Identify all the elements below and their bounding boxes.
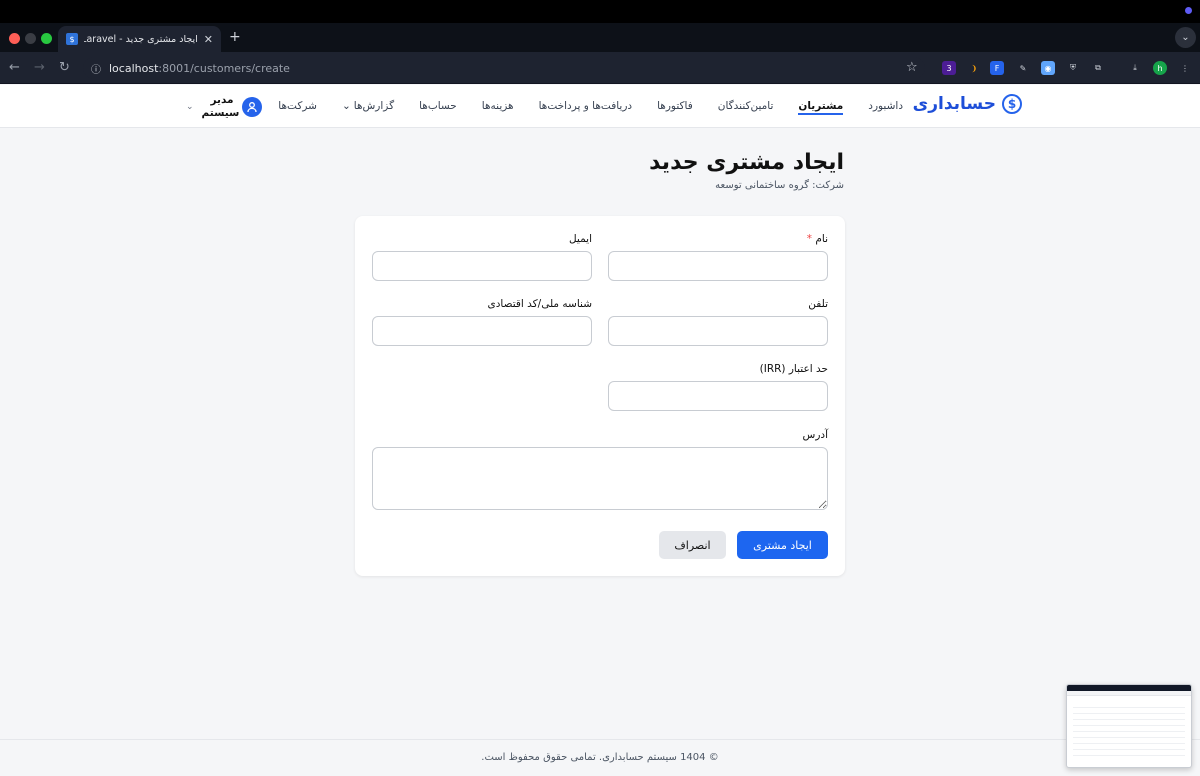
- tab-title: ایجاد مشتری جدید - Laravel: [84, 33, 198, 45]
- user-name: مدیر سیستم: [201, 94, 240, 120]
- dollar-icon: $: [1002, 94, 1022, 114]
- extension-shield-icon[interactable]: ⛨: [1066, 61, 1080, 75]
- profile-avatar[interactable]: h: [1153, 61, 1167, 75]
- bookmark-star-icon[interactable]: ☆: [906, 60, 918, 75]
- name-field[interactable]: [608, 251, 828, 281]
- url-host: localhost: [109, 61, 159, 75]
- extension-pen-icon[interactable]: ✎: [1016, 61, 1030, 75]
- extensions-puzzle-icon[interactable]: ⧉: [1091, 61, 1105, 75]
- back-icon[interactable]: ←: [9, 60, 20, 75]
- user-name-line2: سیستم: [201, 107, 240, 119]
- address-field[interactable]: [372, 447, 828, 510]
- footer-copyright: © 1404 سیستم حسابداری. تمامی حقوق محفوظ …: [481, 752, 719, 763]
- browser-menu-icon[interactable]: ⋮: [1178, 61, 1192, 75]
- chevron-down-icon: ⌄: [186, 102, 194, 112]
- tab-close-icon[interactable]: ✕: [204, 33, 213, 46]
- page-title: ایجاد مشتری جدید: [649, 150, 844, 175]
- cancel-button[interactable]: انصراف: [659, 531, 726, 559]
- site-info-icon[interactable]: ⓘ: [91, 61, 101, 76]
- nav-item-dashboard[interactable]: داشبورد: [868, 100, 903, 115]
- email-field[interactable]: [372, 251, 592, 281]
- window-minimize-icon[interactable]: [25, 33, 36, 44]
- nav-item-customers[interactable]: مشتریان: [798, 100, 844, 115]
- nav-item-invoices[interactable]: فاکتورها: [657, 100, 693, 115]
- os-menu-strip: [0, 0, 1200, 23]
- create-customer-button[interactable]: ایجاد مشتری: [737, 531, 828, 559]
- nav-item-receipts-payments[interactable]: دریافت‌ها و پرداخت‌ها: [539, 100, 633, 115]
- window-close-icon[interactable]: [9, 33, 20, 44]
- address-label: آدرس: [802, 429, 828, 441]
- nav-item-suppliers[interactable]: تامین‌کنندگان: [718, 100, 774, 115]
- email-label: ایمیل: [568, 233, 592, 245]
- status-dot-icon: [1185, 7, 1192, 14]
- url-input[interactable]: ⓘ localhost:8001/customers/create: [83, 57, 925, 79]
- tab-search-icon[interactable]: ⌄: [1175, 27, 1196, 48]
- app-header: $ حسابداری داشبورد مشتریان تامین‌کنندگان…: [0, 85, 1200, 128]
- address-bar-row: ← → ↻ ⓘ localhost:8001/customers/create …: [0, 52, 1200, 84]
- national-id-field[interactable]: [372, 316, 592, 346]
- url-path: :8001/customers/create: [158, 61, 290, 75]
- extension-badge-icon[interactable]: 3: [942, 61, 956, 75]
- nav-item-accounts[interactable]: حساب‌ها: [419, 100, 457, 115]
- user-menu[interactable]: ⌄ مدیر سیستم: [186, 94, 262, 120]
- credit-limit-field[interactable]: [608, 381, 828, 411]
- favicon-icon: $: [66, 33, 78, 45]
- thumbnail-table: [1073, 702, 1185, 760]
- chevron-down-icon: ⌄: [341, 100, 351, 112]
- required-asterisk: *: [806, 233, 813, 245]
- company-subtitle: شرکت: گروه ساختمانی توسعه: [715, 180, 844, 191]
- name-label: نام *: [807, 233, 828, 245]
- name-label-text: نام: [815, 233, 828, 245]
- reload-icon[interactable]: ↻: [59, 60, 70, 75]
- main-nav: داشبورد مشتریان تامین‌کنندگان فاکتورها د…: [278, 100, 903, 115]
- brand-logo[interactable]: $ حسابداری: [913, 94, 1022, 114]
- browser-tab[interactable]: $ ایجاد مشتری جدید - Laravel ✕: [58, 26, 221, 52]
- phone-label: تلفن: [808, 298, 828, 310]
- forward-icon[interactable]: →: [34, 60, 45, 75]
- user-name-line1: مدیر: [210, 94, 234, 106]
- browser-tab-bar: $ ایجاد مشتری جدید - Laravel ✕ + ⌄: [0, 23, 1200, 52]
- nav-item-companies[interactable]: شرکت‌ها: [278, 100, 317, 115]
- new-tab-button[interactable]: +: [229, 29, 241, 45]
- extension-moon-icon[interactable]: ❩: [967, 61, 981, 75]
- thumbnail-nav: [1067, 691, 1191, 696]
- phone-field[interactable]: [608, 316, 828, 346]
- extension-fi-icon[interactable]: F: [990, 61, 1004, 75]
- nav-item-expenses[interactable]: هزینه‌ها: [482, 100, 514, 115]
- footer: © 1404 سیستم حسابداری. تمامی حقوق محفوظ …: [0, 739, 1200, 776]
- window-maximize-icon[interactable]: [41, 33, 52, 44]
- national-id-label: شناسه ملی/کد اقتصادی: [487, 298, 592, 310]
- extension-camera-icon[interactable]: ◉: [1041, 61, 1055, 75]
- customer-form: نام * ایمیل تلفن شناسه ملی/کد اقتصادی حد…: [355, 216, 845, 576]
- nav-item-reports-dropdown[interactable]: گزارش‌ها ⌄: [342, 100, 394, 115]
- credit-limit-label: حد اعتبار (IRR): [759, 363, 828, 375]
- download-icon[interactable]: ⤓: [1128, 61, 1142, 75]
- user-icon: [241, 97, 262, 117]
- screenshot-thumbnail[interactable]: [1066, 684, 1192, 768]
- nav-item-reports: گزارش‌ها: [353, 100, 395, 112]
- brand-name: حسابداری: [912, 94, 996, 114]
